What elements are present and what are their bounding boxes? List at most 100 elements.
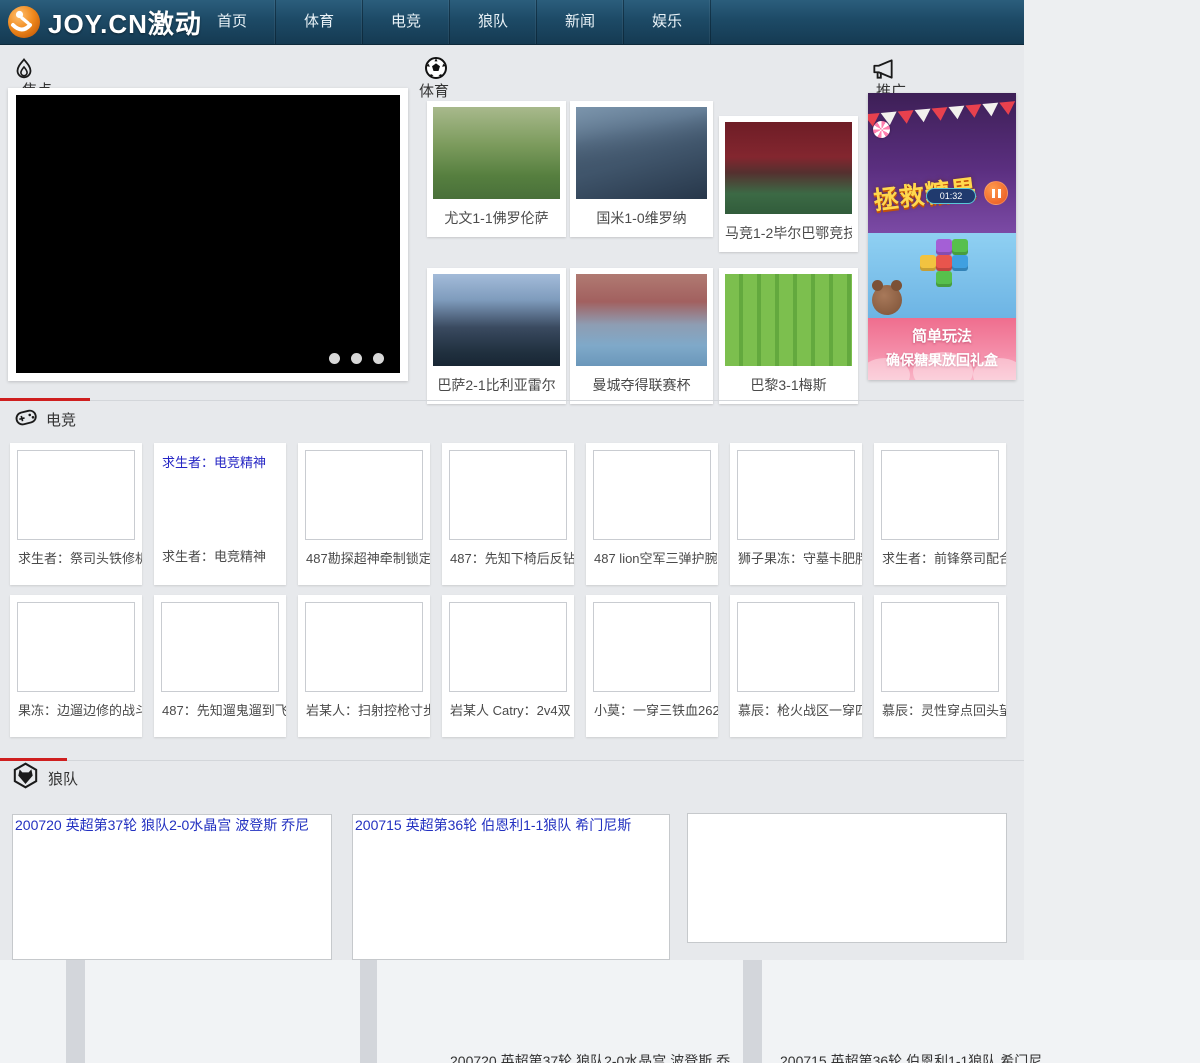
esports-card[interactable]: 求生者：电竞精神 求生者：电竞精神: [154, 443, 286, 585]
match-caption: 尤文1-1佛罗伦萨: [433, 199, 560, 237]
logo-text: JOY.CN激动: [48, 4, 202, 41]
carousel-video-slide[interactable]: [16, 95, 400, 373]
esports-card[interactable]: 狮子果冻：守墓卡肥胖: [730, 443, 862, 585]
wolves-video-item[interactable]: [687, 813, 1007, 943]
section-divider: [0, 760, 1024, 761]
sports-card[interactable]: 巴黎3-1梅斯: [719, 268, 858, 404]
top-nav: JOY.CN激动 首页 体育 电竞 狼队 新闻 娱乐: [0, 0, 1024, 45]
ad-top-scene: 拯救糖果 01:32: [868, 93, 1016, 233]
esports-card[interactable]: 487：先知下椅后反钻: [442, 443, 574, 585]
gamepad-icon: [12, 404, 40, 430]
match-caption: 马竞1-2毕尔巴鄂竞技: [725, 214, 852, 252]
video-thumbnail: [737, 450, 855, 540]
video-caption: 487 lion空军三弹护腕: [586, 540, 718, 578]
match-caption: 巴萨2-1比利亚雷尔: [433, 366, 560, 404]
video-caption: 岩某人 Catry：2v4双: [442, 692, 574, 730]
nav-item-sports[interactable]: 体育: [276, 0, 363, 44]
lollipop-candy: [873, 121, 890, 138]
esports-row-2: 果冻：边遛边修的战斗 487：先知遛鬼遛到飞 岩某人：扫射控枪寸步 岩某人 Ca…: [0, 595, 1024, 737]
wolves-accent-line: [0, 758, 67, 761]
divider-bar: [360, 960, 377, 1063]
video-caption: 狮子果冻：守墓卡肥胖: [730, 540, 862, 578]
video-caption: 求生者：前锋祭司配合: [874, 540, 1006, 578]
match-photo: [433, 274, 560, 366]
nav-item-esports[interactable]: 电竞: [363, 0, 450, 44]
nav-item-wolves[interactable]: 狼队: [450, 0, 537, 44]
divider-bar: [743, 960, 762, 1063]
esports-card[interactable]: 487 lion空军三弹护腕: [586, 443, 718, 585]
video-caption: 求生者：电竞精神: [154, 538, 286, 576]
page: JOY.CN激动 首页 体育 电竞 狼队 新闻 娱乐 焦点: [0, 0, 1200, 1063]
esports-card[interactable]: 小莫：一穿三铁血262: [586, 595, 718, 737]
ad-tagline-area: 简单玩法 确保糖果放回礼盒: [868, 318, 1016, 380]
video-thumbnail: [17, 602, 135, 692]
mascot-character: [872, 285, 902, 315]
site-logo[interactable]: JOY.CN激动: [6, 4, 202, 40]
wolves-video-item[interactable]: 200720 英超第37轮 狼队2-0水晶宫 波登斯 乔尼: [12, 814, 332, 960]
soccer-ball-icon: [424, 56, 448, 80]
logo-ball-icon: [6, 4, 42, 40]
esports-card[interactable]: 果冻：边遛边修的战斗: [10, 595, 142, 737]
bunting-flags: [868, 100, 1016, 128]
carousel-dot-1[interactable]: [329, 353, 340, 364]
wolf-badge-icon: [12, 762, 39, 789]
section-divider: [0, 400, 1024, 401]
wolves-video-link[interactable]: [688, 814, 1006, 816]
video-caption: 487：先知遛鬼遛到飞: [154, 692, 286, 730]
main-menu: 首页 体育 电竞 狼队 新闻 娱乐: [189, 0, 711, 44]
video-alt-link[interactable]: 求生者：电竞精神: [161, 450, 279, 473]
wolves-video-link-clipped[interactable]: 200720 英超第37轮 狼队2-0水晶宫 波登斯 乔: [450, 1051, 730, 1063]
video-thumbnail: [305, 602, 423, 692]
video-thumbnail: [17, 450, 135, 540]
wolves-video-link-clipped[interactable]: 200715 英超第36轮 伯恩利1-1狼队 希门尼: [780, 1051, 1042, 1063]
divider-bar: [66, 960, 85, 1063]
wolves-video-link[interactable]: 200715 英超第36轮 伯恩利1-1狼队 希门尼斯: [353, 815, 669, 835]
wolves-section-title: 狼队: [48, 768, 78, 789]
esports-section-title: 电竞: [46, 409, 76, 430]
match-caption: 巴黎3-1梅斯: [725, 366, 852, 404]
video-caption: 487勘探超神牵制锁定: [298, 540, 430, 578]
match-photo: [725, 122, 852, 214]
esports-card[interactable]: 岩某人：扫射控枪寸步: [298, 595, 430, 737]
video-caption: 小莫：一穿三铁血262: [586, 692, 718, 730]
video-thumbnail: [161, 602, 279, 692]
video-thumbnail: [593, 450, 711, 540]
flame-icon: [12, 57, 36, 81]
wolves-video-link[interactable]: 200720 英超第37轮 狼队2-0水晶宫 波登斯 乔尼: [13, 815, 331, 835]
sports-card[interactable]: 尤文1-1佛罗伦萨: [427, 101, 566, 237]
sports-card[interactable]: 马竞1-2毕尔巴鄂竞技: [719, 116, 858, 252]
ad-banner[interactable]: 拯救糖果 01:32 简单玩法 确保糖果放回礼盒: [868, 93, 1016, 380]
sports-card[interactable]: 巴萨2-1比利亚雷尔: [427, 268, 566, 404]
video-thumbnail: [305, 450, 423, 540]
bottom-partial-render: 200720 英超第37轮 狼队2-0水晶宫 波登斯 乔 200715 英超第3…: [0, 960, 1200, 1063]
carousel-dot-3[interactable]: [373, 353, 384, 364]
esports-card[interactable]: 求生者：前锋祭司配合: [874, 443, 1006, 585]
video-caption: 慕辰：枪火战区一穿四: [730, 692, 862, 730]
megaphone-icon: [870, 56, 896, 82]
nav-item-home[interactable]: 首页: [189, 0, 276, 44]
match-photo: [725, 274, 852, 366]
video-thumbnail: [449, 602, 567, 692]
esports-card[interactable]: 岩某人 Catry：2v4双: [442, 595, 574, 737]
carousel-dot-2[interactable]: [351, 353, 362, 364]
video-thumbnail: [881, 450, 999, 540]
match-photo: [576, 274, 707, 366]
pause-icon[interactable]: [984, 181, 1008, 205]
nav-item-news[interactable]: 新闻: [537, 0, 624, 44]
video-thumbnail: [449, 450, 567, 540]
video-thumbnail: [881, 602, 999, 692]
esports-row-1: 求生者：祭司头铁修机 求生者：电竞精神 求生者：电竞精神 487勘探超神牵制锁定…: [0, 443, 1024, 585]
nav-item-entertainment[interactable]: 娱乐: [624, 0, 711, 44]
esports-card[interactable]: 487：先知遛鬼遛到飞: [154, 595, 286, 737]
sports-card[interactable]: 国米1-0维罗纳: [570, 101, 713, 237]
wolves-video-item[interactable]: 200715 英超第36轮 伯恩利1-1狼队 希门尼斯: [352, 814, 670, 960]
video-thumbnail: 求生者：电竞精神: [161, 450, 279, 538]
video-thumbnail: [593, 602, 711, 692]
match-photo: [576, 107, 707, 199]
esports-card[interactable]: 慕辰：枪火战区一穿四: [730, 595, 862, 737]
sports-card[interactable]: 曼城夺得联赛杯: [570, 268, 713, 404]
esports-card[interactable]: 慕辰：灵性穿点回头望: [874, 595, 1006, 737]
ad-tagline-1: 简单玩法: [868, 325, 1016, 346]
esports-card[interactable]: 487勘探超神牵制锁定: [298, 443, 430, 585]
esports-card[interactable]: 求生者：祭司头铁修机: [10, 443, 142, 585]
